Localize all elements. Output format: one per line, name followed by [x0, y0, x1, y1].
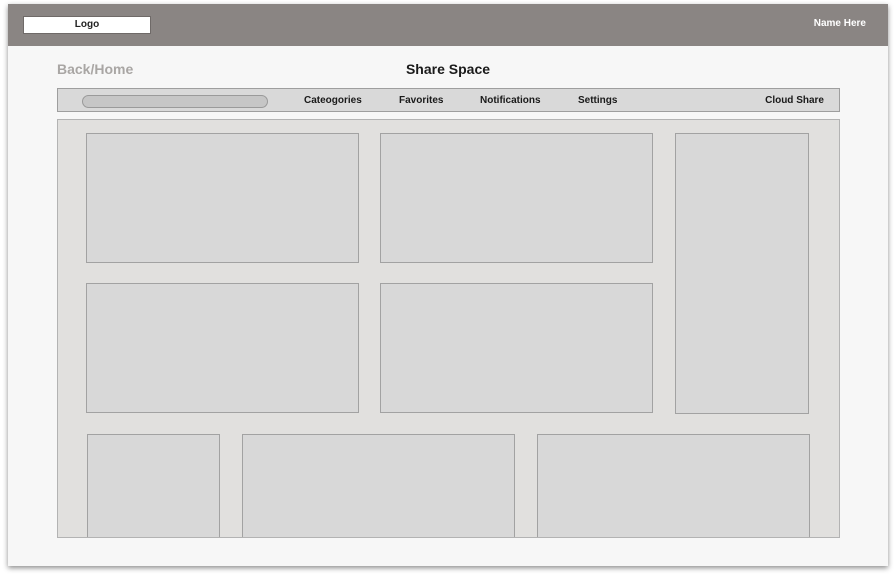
logo[interactable]: Logo	[23, 16, 151, 34]
page-title: Share Space	[405, 61, 491, 77]
content-tile-tall[interactable]	[675, 133, 809, 414]
search-input[interactable]	[82, 95, 268, 108]
content-tile[interactable]	[537, 434, 810, 537]
content-tile-small[interactable]	[87, 434, 220, 537]
top-bar: Logo Name Here	[8, 4, 888, 46]
nav-bar: Cateogories Favorites Notifications Sett…	[57, 88, 840, 112]
content-tile[interactable]	[380, 133, 653, 263]
nav-item-notifications[interactable]: Notifications	[480, 95, 541, 106]
content-tile[interactable]	[242, 434, 515, 537]
nav-item-settings[interactable]: Settings	[578, 95, 617, 106]
nav-item-favorites[interactable]: Favorites	[399, 95, 443, 106]
content-tile[interactable]	[86, 283, 359, 413]
content-tile[interactable]	[86, 133, 359, 263]
content-tile[interactable]	[380, 283, 653, 413]
user-name[interactable]: Name Here	[814, 18, 866, 29]
content-area	[57, 119, 840, 538]
nav-item-categories[interactable]: Cateogories	[304, 95, 362, 106]
app-window: Logo Name Here Back/Home Share Space Cat…	[8, 4, 888, 566]
nav-brand[interactable]: Cloud Share	[765, 95, 824, 106]
